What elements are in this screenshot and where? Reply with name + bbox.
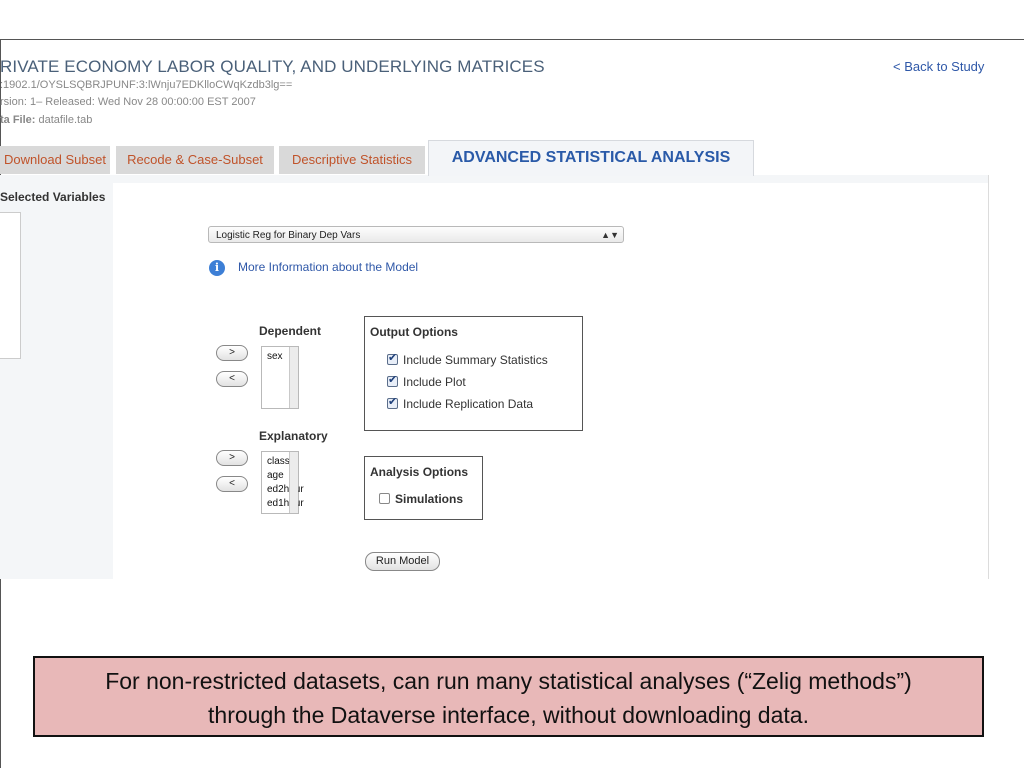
dataset-version: rsion: 1– Released: Wed Nov 28 00:00:00 … xyxy=(0,96,256,108)
output-options-label: Output Options xyxy=(370,325,458,339)
option-summary-statistics[interactable]: Include Summary Statistics xyxy=(387,351,548,367)
explanatory-label: Explanatory xyxy=(259,429,328,443)
dataset-identifier: :1902.1/OYSLSQBRJPUNF:3:lWnju7EDKlloCWqK… xyxy=(0,79,293,91)
checkbox-checked-icon[interactable] xyxy=(387,395,398,409)
option-label: Include Replication Data xyxy=(403,397,534,411)
dependent-list-scrollbar[interactable] xyxy=(289,347,298,408)
option-replication-data[interactable]: Include Replication Data xyxy=(387,395,534,411)
page-title: RIVATE ECONOMY LABOR QUALITY, AND UNDERL… xyxy=(0,57,545,76)
explanatory-add-button[interactable]: > xyxy=(216,450,248,466)
caption-line-1: For non-restricted datasets, can run man… xyxy=(105,668,912,694)
explanatory-remove-button[interactable]: < xyxy=(216,476,248,492)
data-file-value: datafile.tab xyxy=(38,114,93,126)
dependent-remove-button[interactable]: < xyxy=(216,371,248,387)
checkbox-unchecked-icon[interactable] xyxy=(379,493,390,504)
caption-line-2: through the Dataverse interface, without… xyxy=(208,702,809,728)
checkbox-checked-icon[interactable] xyxy=(387,373,398,387)
slide-caption: For non-restricted datasets, can run man… xyxy=(33,656,984,737)
dependent-label: Dependent xyxy=(259,324,322,338)
model-select-value: Logistic Reg for Binary Dep Vars xyxy=(216,230,361,241)
run-model-button[interactable]: Run Model xyxy=(365,552,440,571)
output-options-box: Output Options Include Summary Statistic… xyxy=(364,316,583,431)
option-label: Include Plot xyxy=(403,375,466,389)
model-select[interactable]: Logistic Reg for Binary Dep Vars ▲▼ xyxy=(208,226,624,243)
select-arrows-icon: ▲▼ xyxy=(601,230,619,240)
option-simulations[interactable]: Simulations xyxy=(379,492,463,506)
selected-variables-list[interactable] xyxy=(0,212,21,359)
selected-variables-label: Selected Variables xyxy=(0,190,106,204)
analysis-options-box: Analysis Options Simulations xyxy=(364,456,483,520)
top-divider xyxy=(0,39,1024,40)
analysis-options-label: Analysis Options xyxy=(370,465,469,479)
option-label: Simulations xyxy=(395,492,464,506)
tab-download-subset[interactable]: Download Subset xyxy=(0,146,110,174)
explanatory-list-scrollbar[interactable] xyxy=(289,452,298,513)
back-to-study-link[interactable]: < Back to Study xyxy=(893,59,984,74)
info-icon[interactable]: i xyxy=(209,260,225,276)
dependent-add-button[interactable]: > xyxy=(216,345,248,361)
option-plot[interactable]: Include Plot xyxy=(387,373,466,389)
data-file-info: ta File: datafile.tab xyxy=(0,114,92,126)
more-information-link[interactable]: More Information about the Model xyxy=(238,260,418,274)
tab-descriptive-statistics[interactable]: Descriptive Statistics xyxy=(279,146,425,174)
explanatory-list[interactable]: class age ed2hour ed1hour xyxy=(261,451,304,514)
tab-advanced-statistical-analysis[interactable]: ADVANCED STATISTICAL ANALYSIS xyxy=(428,140,754,176)
data-file-label: ta File: xyxy=(0,114,36,126)
option-label: Include Summary Statistics xyxy=(403,353,548,367)
dependent-list[interactable]: sex xyxy=(261,346,299,409)
tab-recode-case-subset[interactable]: Recode & Case-Subset xyxy=(116,146,274,174)
checkbox-checked-icon[interactable] xyxy=(387,351,398,365)
